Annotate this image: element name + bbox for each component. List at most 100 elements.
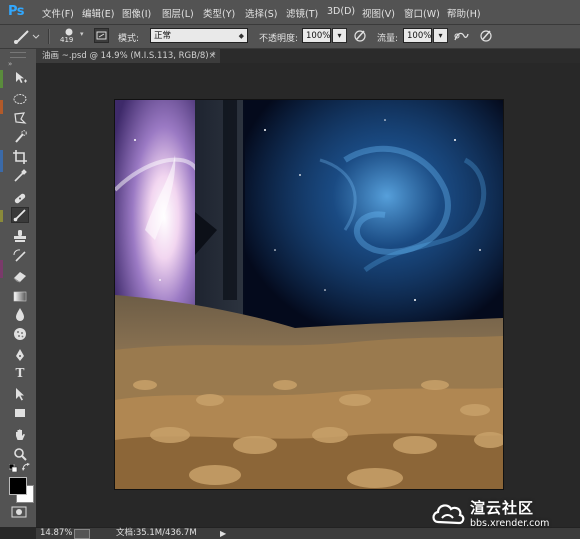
swap-arrow-icon: [22, 463, 30, 471]
gradient-icon: [13, 291, 27, 302]
canvas-artwork: [115, 100, 503, 489]
menu-type[interactable]: 类型(Y): [203, 6, 235, 20]
brush-panel-icon: [96, 31, 107, 40]
menu-bar: Ps 文件(F) 编辑(E) 图像(I) 图层(L) 类型(Y) 选择(S) 滤…: [0, 0, 580, 25]
collapse-arrows-icon[interactable]: »: [8, 60, 12, 68]
document-tab-bar: 油画 ~.psd @ 14.9% (M.I.S.113, RGB/8) * ×: [36, 49, 580, 63]
default-colors-icon: [8, 463, 18, 473]
rectangle-shape-icon: [15, 409, 25, 417]
brush-tool[interactable]: [11, 207, 29, 223]
drop-icon: [16, 308, 24, 321]
hand-tool[interactable]: [11, 427, 29, 443]
flow-value: 100%: [407, 31, 432, 41]
blur-tool[interactable]: [11, 306, 29, 322]
tool-preset-picker[interactable]: [10, 28, 40, 45]
dodge-tool[interactable]: [11, 326, 29, 342]
menu-3d[interactable]: 3D(D): [327, 6, 355, 17]
watermark-title: 渲云社区: [470, 499, 535, 517]
document-title: 油画 ~.psd @ 14.9% (M.I.S.113, RGB/8) *: [42, 51, 216, 61]
menu-view[interactable]: 视图(V): [362, 6, 395, 20]
blend-mode-select[interactable]: 正常 ◆: [150, 28, 248, 43]
move-icon: [16, 72, 27, 83]
close-icon[interactable]: ×: [208, 49, 216, 63]
side-color-strip: [0, 60, 4, 320]
quick-mask-button[interactable]: [10, 505, 28, 519]
arrow-cursor-icon: [16, 388, 24, 401]
sponge-icon: [14, 328, 26, 340]
menu-filter[interactable]: 滤镜(T): [286, 6, 318, 20]
eraser-tool[interactable]: [11, 268, 29, 284]
menu-layer[interactable]: 图层(L): [162, 6, 194, 20]
eraser-icon: [13, 272, 26, 283]
chevron-down-icon: ▾: [438, 31, 443, 40]
quick-selection-tool[interactable]: [11, 129, 29, 145]
panel-grip[interactable]: [10, 52, 26, 58]
brush-icon: [13, 209, 26, 222]
quick-mask-icon: [11, 506, 27, 518]
zoom-level[interactable]: 14.87%: [40, 528, 72, 539]
airbrush-icon: [454, 32, 469, 41]
status-menu-arrow-icon[interactable]: ▶: [220, 528, 226, 539]
menu-file[interactable]: 文件(F): [42, 6, 74, 20]
zoom-tool[interactable]: [11, 446, 29, 462]
rectangle-tool[interactable]: [11, 405, 29, 421]
pressure-size-button[interactable]: [478, 28, 494, 44]
eyedropper-icon: [14, 169, 27, 182]
toggle-brush-panel-button[interactable]: [94, 28, 109, 43]
brush-icon: [14, 30, 40, 44]
chevron-down-icon: ▾: [80, 30, 84, 38]
document-size: 文档:35.1M/436.7M: [116, 528, 197, 538]
history-brush-icon: [13, 249, 26, 262]
airbrush-button[interactable]: [452, 28, 470, 44]
menu-edit[interactable]: 编辑(E): [82, 6, 114, 20]
eyedropper-tool[interactable]: [11, 168, 29, 184]
opacity-label: 不透明度:: [259, 34, 299, 44]
brush-preset-picker[interactable]: 419 ▾: [58, 27, 86, 46]
history-brush-tool[interactable]: [11, 248, 29, 264]
pen-tool[interactable]: [11, 347, 29, 363]
document-tab[interactable]: 油画 ~.psd @ 14.9% (M.I.S.113, RGB/8) * ×: [36, 49, 220, 63]
opacity-input[interactable]: 100%: [302, 28, 331, 43]
opacity-dropdown-button[interactable]: ▾: [332, 28, 347, 43]
chevron-down-icon: ▾: [337, 31, 342, 40]
menu-window[interactable]: 窗口(W): [404, 6, 440, 20]
lasso-tool[interactable]: [11, 110, 29, 126]
watermark-url: bbs.xrender.com: [470, 518, 550, 529]
mode-label: 模式:: [118, 34, 140, 44]
move-tool[interactable]: [11, 70, 29, 86]
bandage-icon: [14, 193, 26, 204]
foreground-color-swatch[interactable]: [9, 477, 27, 495]
options-separator: [48, 29, 50, 44]
opacity-value: 100%: [306, 31, 331, 41]
pen-pressure-icon: [480, 30, 492, 42]
chevron-down-icon: ◆: [238, 32, 244, 40]
document-workspace[interactable]: [36, 63, 580, 527]
cloud-logo-icon: [432, 504, 465, 525]
menu-select[interactable]: 选择(S): [245, 6, 277, 20]
brush-size-value: 419: [60, 36, 74, 44]
pressure-opacity-button[interactable]: [352, 28, 368, 44]
photoshop-logo: Ps: [8, 4, 25, 19]
menu-help[interactable]: 帮助(H): [447, 6, 481, 20]
gradient-tool[interactable]: [11, 288, 29, 304]
default-colors-button[interactable]: [8, 463, 19, 473]
path-selection-tool[interactable]: [11, 386, 29, 402]
flow-input[interactable]: 100%: [403, 28, 432, 43]
crop-icon: [13, 150, 27, 164]
pen-pressure-icon: [354, 30, 366, 42]
clone-stamp-tool[interactable]: [11, 228, 29, 244]
flow-dropdown-button[interactable]: ▾: [433, 28, 448, 43]
document-canvas[interactable]: [115, 100, 503, 489]
swap-colors-button[interactable]: [22, 463, 32, 472]
polygonal-lasso-icon: [14, 112, 27, 124]
marquee-tool[interactable]: [11, 91, 29, 107]
options-bar: 419 ▾ 模式: 正常 ◆ 不透明度: 100% ▾ 流量: 100% ▾: [0, 25, 580, 49]
hand-icon: [16, 429, 25, 440]
quick-selection-icon: [15, 130, 27, 143]
type-tool[interactable]: T: [11, 366, 29, 382]
menu-image[interactable]: 图像(I): [122, 6, 151, 20]
healing-brush-tool[interactable]: [11, 190, 29, 206]
pen-nib-icon: [16, 349, 24, 361]
crop-tool[interactable]: [11, 149, 29, 165]
blend-mode-value: 正常: [154, 31, 172, 41]
